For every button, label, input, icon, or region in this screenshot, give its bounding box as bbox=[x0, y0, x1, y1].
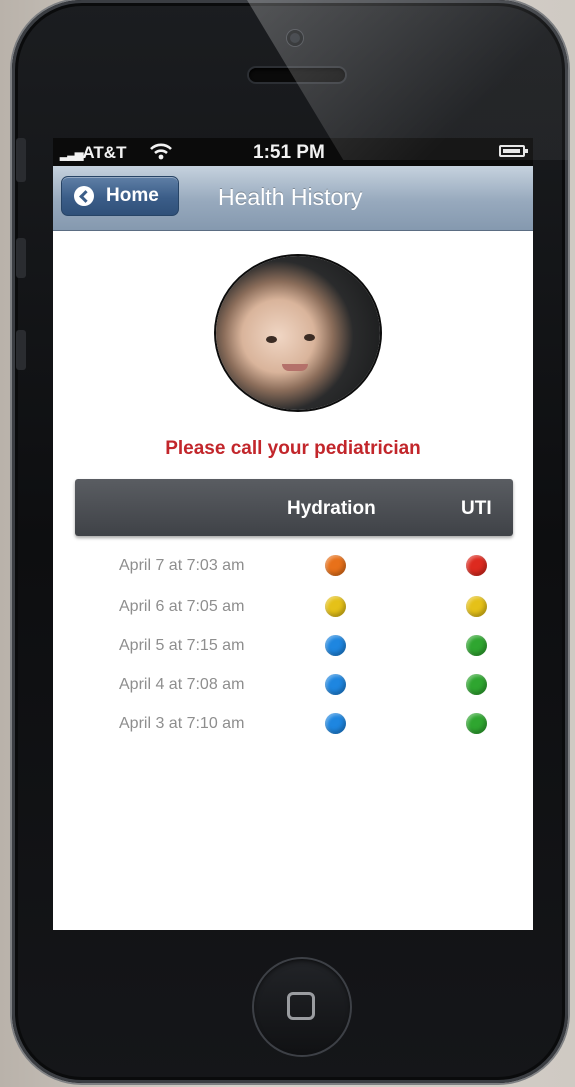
home-square-icon bbox=[287, 992, 315, 1020]
status-bar: ▂▃▅AT&T 1:51 PM bbox=[53, 138, 533, 166]
hydration-status-dot bbox=[325, 596, 346, 617]
home-back-button[interactable]: Home bbox=[61, 176, 179, 216]
table-row[interactable]: April 4 at 7:08 am bbox=[53, 668, 533, 704]
row-date: April 7 at 7:03 am bbox=[119, 557, 245, 574]
uti-status-dot bbox=[466, 635, 487, 656]
uti-status-dot bbox=[466, 555, 487, 576]
home-back-label: Home bbox=[106, 185, 159, 206]
back-chevron-icon bbox=[74, 186, 94, 206]
volume-down-button bbox=[16, 330, 26, 370]
row-date: April 5 at 7:15 am bbox=[119, 637, 245, 654]
wifi-icon bbox=[150, 143, 172, 160]
row-date: April 3 at 7:10 am bbox=[119, 715, 245, 732]
table-row[interactable]: April 7 at 7:03 am bbox=[53, 549, 533, 585]
battery-icon bbox=[499, 145, 528, 157]
carrier-label: ▂▃▅AT&T bbox=[60, 143, 127, 162]
signal-icon: ▂▃▅ bbox=[60, 149, 83, 161]
row-date: April 6 at 7:05 am bbox=[119, 598, 245, 615]
front-camera bbox=[287, 30, 303, 46]
table-row[interactable]: April 6 at 7:05 am bbox=[53, 590, 533, 626]
row-date: April 4 at 7:08 am bbox=[119, 676, 245, 693]
uti-status-dot bbox=[466, 713, 487, 734]
hydration-status-dot bbox=[325, 674, 346, 695]
hydration-status-dot bbox=[325, 555, 346, 576]
hydration-status-dot bbox=[325, 635, 346, 656]
table-row[interactable]: April 5 at 7:15 am bbox=[53, 629, 533, 665]
uti-status-dot bbox=[466, 596, 487, 617]
page-title: Health History bbox=[218, 184, 363, 210]
home-hardware-button[interactable] bbox=[252, 957, 352, 1057]
column-header-uti: UTI bbox=[461, 498, 492, 519]
table-row[interactable]: April 3 at 7:10 am bbox=[53, 707, 533, 743]
hydration-status-dot bbox=[325, 713, 346, 734]
alert-message: Please call your pediatrician bbox=[165, 438, 421, 459]
column-header-hydration: Hydration bbox=[287, 498, 376, 519]
status-time: 1:51 PM bbox=[253, 142, 325, 163]
baby-avatar bbox=[216, 256, 380, 410]
app-screen: ▂▃▅AT&T 1:51 PM Home Health History Plea… bbox=[53, 138, 533, 930]
table-header: Hydration UTI bbox=[75, 479, 513, 536]
navigation-bar: Home Health History bbox=[53, 166, 533, 231]
mute-switch bbox=[16, 138, 26, 182]
uti-status-dot bbox=[466, 674, 487, 695]
volume-up-button bbox=[16, 238, 26, 278]
earpiece-speaker bbox=[249, 68, 345, 82]
